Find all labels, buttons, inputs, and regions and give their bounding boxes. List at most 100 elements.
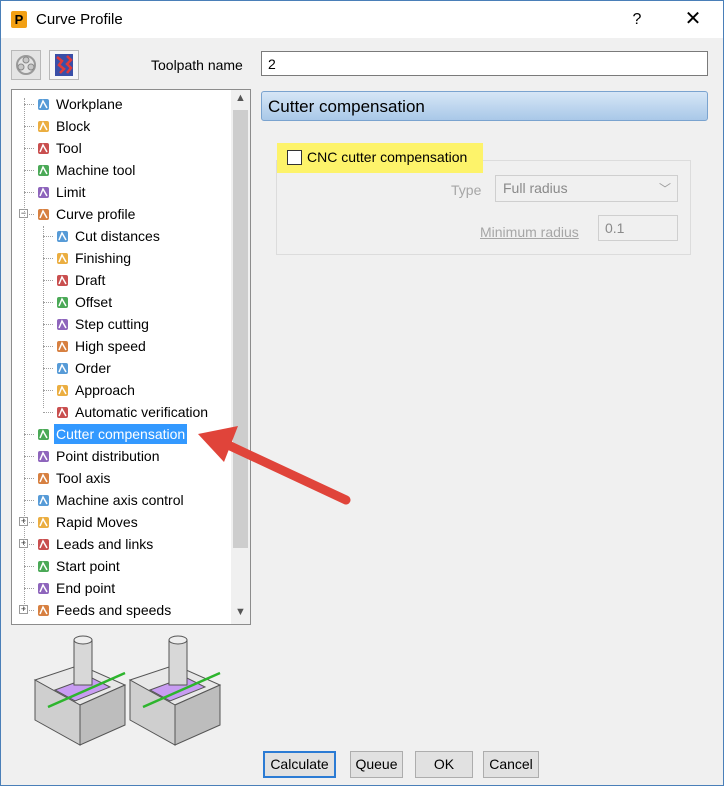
tree-connector [43, 280, 53, 281]
type-select[interactable]: Full radius ﹀ [495, 175, 678, 202]
preview-block-right [128, 635, 222, 746]
cutter-compensation-preview-image [33, 635, 222, 746]
finishing-icon [55, 251, 70, 266]
tree-item-finishing[interactable]: Finishing [12, 248, 232, 268]
tree-connector [24, 170, 34, 171]
tree-item-label: Curve profile [56, 206, 136, 222]
tool-icon [36, 141, 51, 156]
tree-connector [24, 148, 34, 149]
offset-icon [55, 295, 70, 310]
approach-icon [55, 383, 70, 398]
title-bar: P Curve Profile ? ✕ [0, 0, 724, 38]
app-logo-icon: P [11, 11, 27, 28]
section-header: Cutter compensation [261, 91, 708, 121]
tree-item-high-speed[interactable]: High speed [12, 336, 232, 356]
feeds-and-speeds-icon [36, 603, 51, 618]
tree-item-cut-distances[interactable]: Cut distances [12, 226, 232, 246]
leads-and-links-icon [36, 537, 51, 552]
type-select-value: Full radius [503, 180, 568, 196]
curve-profile-icon [36, 207, 51, 222]
tree-item-offset[interactable]: Offset [12, 292, 232, 312]
chevron-down-icon: ﹀ [658, 182, 671, 196]
tree-item-approach[interactable]: Approach [12, 380, 232, 400]
ok-button[interactable]: OK [415, 751, 473, 778]
calculate-button[interactable]: Calculate [263, 751, 336, 778]
pattern-icon [16, 55, 36, 75]
cutter-compensation-icon [36, 427, 51, 442]
scroll-down-icon[interactable]: ▼ [231, 606, 250, 622]
tree-connector [43, 324, 53, 325]
tree-item-tool[interactable]: Tool [12, 138, 232, 158]
tree-connector [24, 104, 34, 105]
tree-connector [43, 368, 53, 369]
start-point-icon [36, 559, 51, 574]
tree-scrollbar[interactable]: ▲ ▼ [231, 90, 250, 624]
preview-block-left [33, 635, 127, 746]
toolpath-name-input[interactable] [261, 51, 708, 76]
tree-item-limit[interactable]: Limit [12, 182, 232, 202]
minimum-radius-label: Minimum radius [480, 224, 579, 240]
order-icon [55, 361, 70, 376]
cnc-cutter-compensation-label[interactable]: CNC cutter compensation [307, 149, 467, 165]
tree-item-label: Draft [75, 272, 106, 288]
tree-item-workplane[interactable]: Workplane [12, 94, 232, 114]
tree-item-label: Feeds and speeds [56, 602, 172, 618]
tree-item-curve-profile[interactable]: − Curve profile [12, 204, 232, 224]
tree-item-label: Cut distances [75, 228, 160, 244]
tree-connector [24, 588, 34, 589]
scroll-up-icon[interactable]: ▲ [231, 92, 250, 108]
strategy-tree[interactable]: Workplane Block Tool Machine tool Limit − Curv… [11, 89, 251, 625]
tree-item-label: Step cutting [75, 316, 149, 332]
tree-item-start-point[interactable]: Start point [12, 556, 232, 576]
limit-icon [36, 185, 51, 200]
tree-item-end-point[interactable]: End point [12, 578, 232, 598]
tree-item-order[interactable]: Order [12, 358, 232, 378]
tree-guide-line [24, 98, 25, 610]
red-arrow-annotation [198, 426, 351, 505]
tree-item-label: Limit [56, 184, 86, 200]
rapid-moves-icon [36, 515, 51, 530]
machine-axis-control-icon [36, 493, 51, 508]
tree-item-step-cutting[interactable]: Step cutting [12, 314, 232, 334]
tree-item-rapid-moves[interactable]: + Rapid Moves [12, 512, 232, 532]
tree-connector [43, 346, 53, 347]
tree-item-label: Approach [75, 382, 135, 398]
help-button[interactable]: ? [625, 9, 649, 31]
tree-item-label: Start point [56, 558, 120, 574]
end-point-icon [36, 581, 51, 596]
toolpath-pattern-button[interactable] [11, 50, 41, 80]
point-distribution-icon [36, 449, 51, 464]
tree-item-label: Workplane [56, 96, 123, 112]
tree-item-label: Leads and links [56, 536, 154, 552]
tree-item-leads-and-links[interactable]: + Leads and links [12, 534, 232, 554]
tree-item-automatic-verification[interactable]: Automatic verification [12, 402, 232, 422]
tree-item-block[interactable]: Block [12, 116, 232, 136]
tree-connector [24, 434, 34, 435]
tree-item-machine-tool[interactable]: Machine tool [12, 160, 232, 180]
tree-item-feeds-and-speeds[interactable]: + Feeds and speeds [12, 600, 232, 620]
tree-item-label: Block [56, 118, 91, 134]
toolpath-name-label: Toolpath name [151, 57, 243, 73]
type-label: Type [451, 182, 482, 198]
tree-item-draft[interactable]: Draft [12, 270, 232, 290]
tree-connector [43, 390, 53, 391]
tree-connector [43, 236, 53, 237]
tree-item-label: High speed [75, 338, 146, 354]
tree-connector [43, 258, 53, 259]
tree-item-label: Automatic verification [75, 404, 209, 420]
tree-connector [43, 302, 53, 303]
minimum-radius-input[interactable]: 0.1 [598, 215, 678, 241]
cancel-button[interactable]: Cancel [483, 751, 539, 778]
tool-axis-icon [36, 471, 51, 486]
toolpath-preview-icon [55, 54, 73, 76]
cnc-cutter-compensation-checkbox[interactable] [287, 150, 302, 165]
tree-connector [24, 456, 34, 457]
tree-connector [43, 412, 53, 413]
queue-button[interactable]: Queue [350, 751, 403, 778]
tree-item-label: Order [75, 360, 111, 376]
tree-guide-line [43, 226, 44, 408]
tree-item-label: Machine axis control [56, 492, 184, 508]
toolpath-thumbnail-button[interactable] [49, 50, 79, 80]
close-button[interactable]: ✕ [681, 7, 705, 31]
tree-item-label: Finishing [75, 250, 132, 266]
